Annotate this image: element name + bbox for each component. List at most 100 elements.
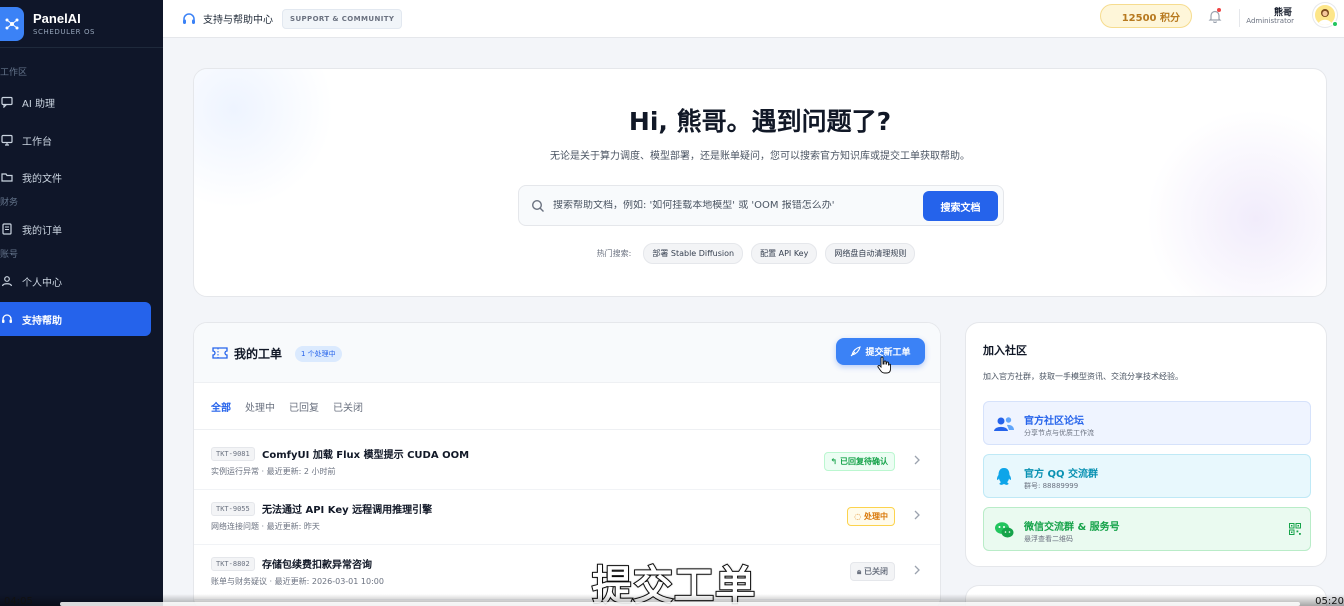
tickets-title: 我的工单 [234, 347, 283, 361]
ticket-meta: 实例运行异常 · 最近更新: 2 小时前 [211, 467, 336, 476]
search-icon [531, 199, 544, 212]
ticket-title: 存储包续费扣款异常咨询 [262, 560, 372, 571]
community-item-title: 微信交流群 & 服务号 [1024, 522, 1120, 533]
ticket-icon [212, 347, 228, 359]
search-input[interactable] [553, 200, 913, 211]
ticket-id: TKT-9055 [211, 502, 255, 516]
hand-cursor-icon [877, 356, 891, 374]
tabs-divider [194, 429, 940, 430]
community-item-desc: 群号: 88889999 [1024, 482, 1079, 490]
monitor-icon [0, 133, 14, 147]
tickets-header: 我的工单 1 个处理中 提交新工单 [194, 323, 940, 383]
sidebar-item-my-files[interactable]: 我的文件 [0, 160, 151, 194]
points-badge[interactable]: 12500 积分 [1100, 4, 1192, 28]
status-badge: ◌ 处理中 [847, 507, 895, 526]
sidebar-item-ai-assistant[interactable]: AI 助理 [0, 85, 151, 119]
hero-subtitle: 无论是关于算力调度、模型部署，还是账单疑问，您可以搜索官方知识库或提交工单获取帮… [550, 151, 970, 162]
user-role: Administrator [1246, 17, 1294, 25]
notification-dot [1217, 8, 1221, 12]
tab-closed[interactable]: 已关闭 [333, 399, 363, 414]
headset-icon [0, 312, 14, 326]
header-divider [1239, 9, 1240, 27]
brand[interactable]: PanelAI SCHEDULER OS [0, 0, 163, 48]
hot-tag-stable-diffusion[interactable]: 部署 Stable Diffusion [643, 243, 744, 264]
community-subtitle: 加入官方社群，获取一手模型资讯、交流分享技术经验。 [983, 372, 1183, 381]
sidebar-item-label: 个人中心 [22, 277, 62, 289]
status-badge: 🔒︎ 已关闭 [849, 562, 895, 581]
chevron-right-icon [914, 455, 920, 465]
ticket-id: TKT-8802 [211, 557, 255, 571]
users-icon [994, 417, 1014, 431]
feather-icon [851, 346, 862, 357]
brand-logo-icon [0, 6, 24, 41]
qr-code-icon[interactable] [1289, 523, 1301, 535]
user-icon [0, 274, 14, 288]
hot-tag-api-key[interactable]: 配置 API Key [751, 243, 818, 264]
ticket-id: TKT-9081 [211, 447, 255, 461]
sidebar-item-support[interactable]: 支持帮助 [0, 302, 151, 336]
ticket-row[interactable]: TKT-9055 无法通过 API Key 远程调用推理引擎 网络连接问题 · … [194, 490, 940, 545]
community-title: 加入社区 [983, 344, 1027, 357]
notification-bell-icon[interactable] [1208, 8, 1222, 24]
section-badge: SUPPORT & COMMUNITY [282, 8, 403, 29]
community-item-title: 官方 QQ 交流群 [1024, 469, 1098, 480]
sidebar-item-label: 我的文件 [22, 173, 62, 185]
my-tickets-card: 我的工单 1 个处理中 提交新工单 全部 处理中 已回复 已关闭 TKT-908… [193, 322, 941, 606]
sidebar-item-label: 工作台 [22, 136, 52, 148]
lock-icon: 🔒︎ [856, 567, 864, 576]
sidebar-item-label: 我的订单 [22, 225, 62, 237]
ticket-title: ComfyUI 加载 Flux 模型提示 CUDA OOM [262, 450, 470, 461]
chevron-right-icon [914, 565, 920, 575]
reply-icon: ↰ [830, 457, 840, 466]
community-item-title: 官方社区论坛 [1024, 416, 1084, 427]
sidebar-item-profile[interactable]: 个人中心 [0, 264, 151, 298]
video-progress-bar[interactable] [60, 602, 1300, 606]
sidebar-item-my-orders[interactable]: 我的订单 [0, 212, 151, 246]
community-item-desc: 悬浮查看二维码 [1024, 535, 1073, 543]
community-item-desc: 分享节点与优质工作流 [1024, 429, 1094, 437]
ticket-meta: 账单与财务疑议 · 最近更新: 2026-03-01 10:00 [211, 577, 384, 586]
hot-tag-network-disk[interactable]: 网络盘自动清理规则 [825, 243, 916, 264]
folder-icon [0, 170, 14, 184]
ticket-title: 无法通过 API Key 远程调用推理引擎 [262, 505, 433, 516]
community-card: 加入社区 加入官方社群，获取一手模型资讯、交流分享技术经验。 官方社区论坛 分享… [965, 322, 1327, 567]
brand-name: PanelAI [33, 11, 81, 26]
brand-subtitle: SCHEDULER OS [33, 28, 96, 36]
nav-section-account: 账号 [0, 250, 19, 260]
community-forum-link[interactable]: 官方社区论坛 分享节点与优质工作流 [983, 401, 1311, 445]
community-qq-link[interactable]: 官方 QQ 交流群 群号: 88889999 [983, 454, 1311, 498]
ticket-meta: 网络连接问题 · 最近更新: 昨天 [211, 522, 320, 531]
tab-processing[interactable]: 处理中 [245, 399, 275, 414]
hot-searches: 热门搜索: 部署 Stable Diffusion 配置 API Key 网络盘… [194, 243, 1326, 264]
spinner-icon: ◌ [854, 512, 864, 521]
status-badge: ↰ 已回复待确认 [823, 452, 895, 471]
ticket-tabs: 全部 处理中 已回复 已关闭 [211, 399, 377, 414]
community-wechat-link[interactable]: 微信交流群 & 服务号 悬浮查看二维码 [983, 507, 1311, 551]
ticket-row[interactable]: TKT-9081 ComfyUI 加载 Flux 模型提示 CUDA OOM 实… [194, 435, 940, 490]
sidebar-item-label: 支持帮助 [22, 315, 62, 327]
hero-decoration [194, 69, 334, 209]
search-docs-button[interactable]: 搜索文档 [923, 191, 998, 221]
receipt-icon [0, 222, 14, 236]
chevron-right-icon [914, 510, 920, 520]
top-header: 支持与帮助中心 SUPPORT & COMMUNITY 12500 积分 熊哥 … [163, 0, 1344, 38]
sidebar-item-label: AI 助理 [22, 98, 55, 110]
online-status-dot [1332, 21, 1338, 27]
chat-icon [0, 95, 14, 109]
tab-replied[interactable]: 已回复 [289, 399, 319, 414]
page-title: 支持与帮助中心 [203, 15, 273, 26]
ticket-row[interactable]: TKT-8802 存储包续费扣款异常咨询 账单与财务疑议 · 最近更新: 202… [194, 545, 940, 600]
tab-all[interactable]: 全部 [211, 399, 231, 414]
hero-title: Hi, 熊哥。遇到问题了? [628, 107, 892, 136]
sidebar-item-workbench[interactable]: 工作台 [0, 123, 151, 157]
hero-section: Hi, 熊哥。遇到问题了? 无论是关于算力调度、模型部署，还是账单疑问，您可以搜… [193, 68, 1327, 297]
search-box: 搜索文档 [518, 185, 1004, 226]
nav-section-workspace: 工作区 [0, 68, 28, 78]
qq-icon [996, 468, 1012, 485]
tickets-processing-badge: 1 个处理中 [295, 346, 342, 362]
video-time-total: 05:20 [1315, 596, 1344, 606]
hot-search-label: 热门搜索: [596, 249, 632, 258]
wechat-icon [995, 522, 1014, 538]
headset-icon [183, 12, 195, 24]
sidebar: PanelAI SCHEDULER OS 工作区 AI 助理 工作台 我的文件 … [0, 0, 163, 606]
